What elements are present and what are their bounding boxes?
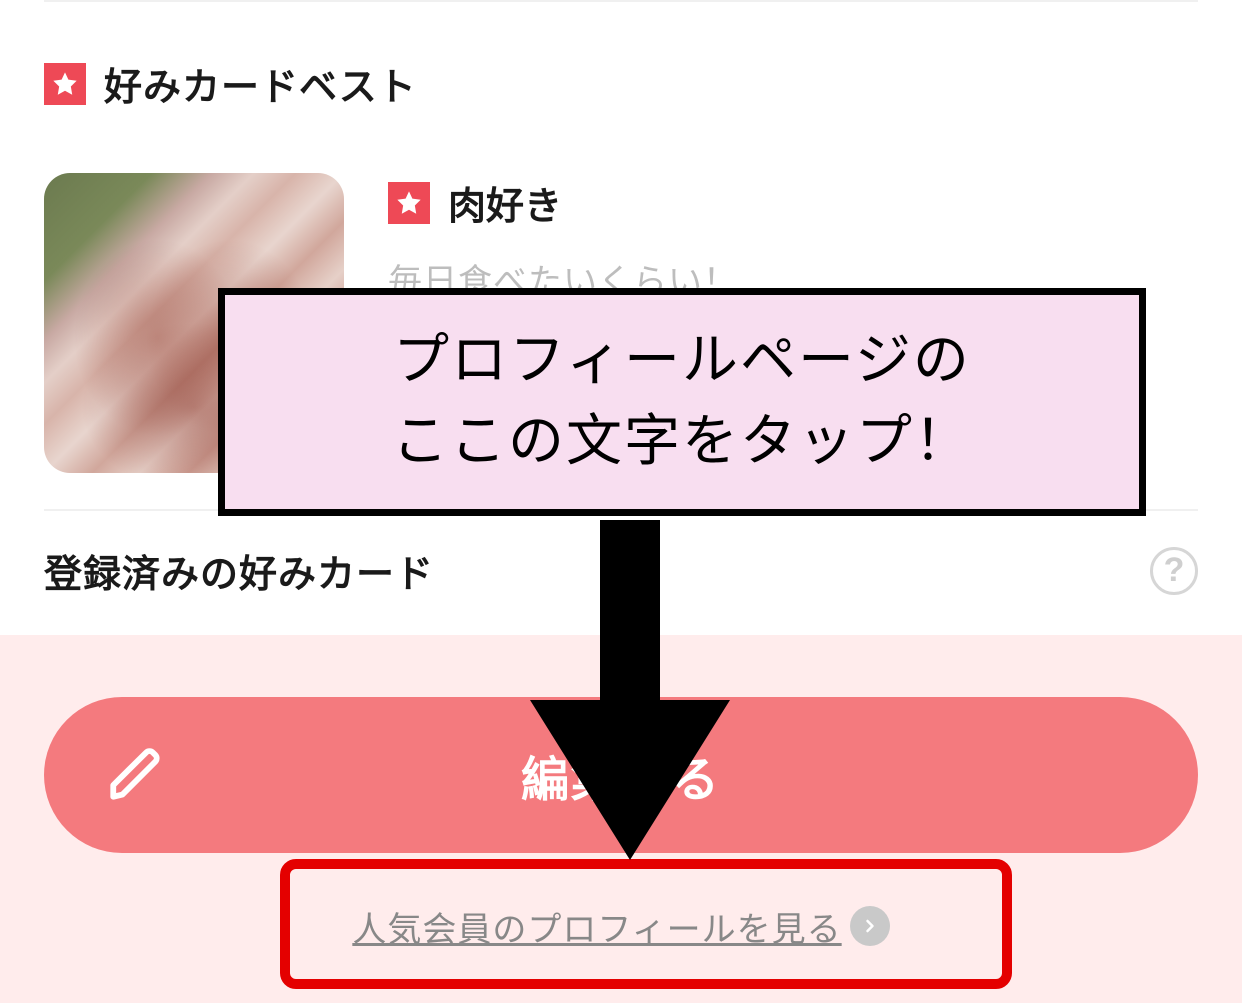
pencil-icon: [106, 746, 164, 804]
star-icon: [44, 63, 86, 105]
section-header-registered: 登録済みの好みカード ?: [0, 511, 1242, 618]
preference-card-tag: 肉好き: [448, 175, 562, 230]
section-title-registered: 登録済みの好みカード: [44, 543, 434, 598]
annotation-line-2: ここの文字をタップ！: [392, 402, 972, 483]
star-icon: [388, 182, 430, 224]
section-title-best: 好みカードベスト: [104, 56, 417, 111]
popular-profiles-link[interactable]: 人気会員のプロフィールを見る: [352, 902, 889, 951]
bottom-action-area: 編集する 人気会員のプロフィールを見る: [0, 635, 1242, 1003]
edit-button[interactable]: 編集する: [44, 697, 1198, 853]
preference-card-info: 肉好き 毎日食べたいくらい！: [388, 173, 1198, 303]
popular-profiles-label: 人気会員のプロフィールを見る: [352, 902, 841, 951]
annotation-callout: プロフィールページの ここの文字をタップ！: [218, 288, 1146, 516]
divider-top: [44, 0, 1198, 2]
edit-button-label: 編集する: [521, 740, 721, 810]
annotation-line-1: プロフィールページの: [393, 321, 971, 402]
chevron-right-icon: [850, 906, 890, 946]
section-header-best: 好みカードベスト: [0, 32, 1242, 131]
help-icon[interactable]: ?: [1150, 547, 1198, 595]
